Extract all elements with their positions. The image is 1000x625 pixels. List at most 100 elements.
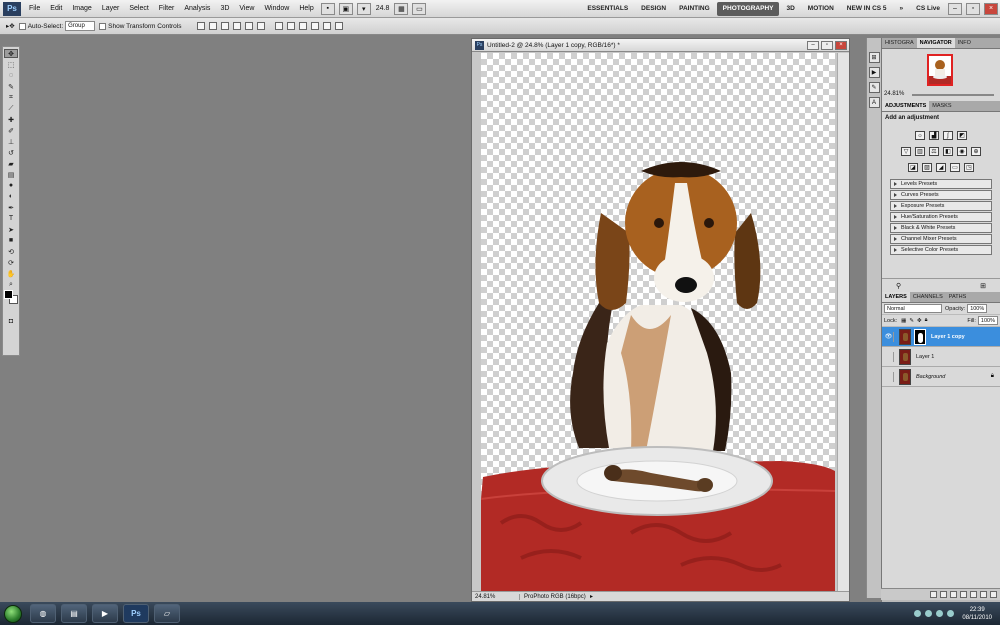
doc-close-icon[interactable]: × — [835, 40, 847, 50]
auto-select-dropdown[interactable]: Group — [65, 21, 96, 31]
arrange-documents-icon[interactable]: ▦ — [394, 2, 409, 15]
align-vcenter-icon[interactable] — [209, 22, 218, 30]
layer-row-background[interactable]: Background 🔒︎ — [882, 367, 1000, 387]
path-select-tool-icon[interactable]: ➤ — [4, 225, 18, 234]
healing-brush-tool-icon[interactable]: ✚ — [4, 115, 18, 124]
preset-selective-color[interactable]: Selective Color Presets — [890, 245, 992, 255]
document-title-bar[interactable]: Ps Untitled-2 @ 24.8% (Layer 1 copy, RGB… — [472, 39, 849, 52]
screen-mode-icon[interactable]: ▭ — [412, 2, 427, 15]
lock-image-icon[interactable]: ✎ — [909, 318, 914, 324]
clock[interactable]: 22:39 08/11/2010 — [962, 606, 992, 622]
levels-icon[interactable]: ▟ — [929, 131, 939, 140]
layer-name[interactable]: Background — [916, 374, 945, 380]
menu-window[interactable]: Window — [259, 0, 294, 18]
link-layers-icon[interactable] — [930, 591, 937, 598]
type-tool-icon[interactable]: T — [4, 214, 18, 223]
posterize-icon[interactable]: ▨ — [922, 163, 932, 172]
distribute-hcenter-icon[interactable] — [323, 22, 332, 30]
minimize-app-icon[interactable]: – — [948, 2, 962, 15]
align-bottom-icon[interactable] — [221, 22, 230, 30]
more-workspaces-icon[interactable]: » — [894, 2, 910, 16]
align-top-icon[interactable] — [197, 22, 206, 30]
tab-layers[interactable]: LAYERS — [882, 292, 910, 302]
tab-info[interactable]: INFO — [955, 38, 974, 48]
gradient-map-icon[interactable]: ▭ — [950, 163, 960, 172]
lasso-tool-icon[interactable]: ◌ — [4, 71, 18, 80]
move-tool-icon[interactable]: ▸✥ — [6, 22, 15, 30]
preset-channel-mixer[interactable]: Channel Mixer Presets — [890, 234, 992, 244]
workspace-new-in-cs5[interactable]: NEW IN CS 5 — [841, 2, 893, 16]
align-hcenter-icon[interactable] — [245, 22, 254, 30]
brush-tool-icon[interactable]: ✐ — [4, 126, 18, 135]
auto-select-checkbox[interactable] — [18, 22, 26, 30]
new-adjustment-icon[interactable] — [960, 591, 967, 598]
view-extras-icon[interactable]: ▾ — [356, 2, 371, 15]
eyedropper-tool-icon[interactable]: ⟋ — [4, 104, 18, 113]
clone-stamp-tool-icon[interactable]: ⊥ — [4, 137, 18, 146]
start-button[interactable] — [4, 604, 22, 623]
tab-histogram[interactable]: HISTOGRA — [882, 38, 917, 48]
menu-filter[interactable]: Filter — [154, 0, 180, 18]
fill-field[interactable]: 100% — [977, 316, 998, 325]
history-panel-icon[interactable]: ⊞ — [868, 52, 880, 63]
lock-all-icon[interactable]: 🔒︎ — [925, 317, 928, 324]
blur-tool-icon[interactable]: ● — [4, 181, 18, 190]
preset-levels[interactable]: Levels Presets — [890, 179, 992, 189]
move-tool-icon[interactable]: ✥ — [4, 49, 18, 58]
doc-restore-icon[interactable]: ▫ — [821, 40, 833, 50]
layer-name[interactable]: Layer 1 — [916, 354, 934, 360]
distribute-right-icon[interactable] — [335, 22, 344, 30]
app-taskbar-icon[interactable]: ▱ — [154, 604, 180, 623]
menu-3d[interactable]: 3D — [215, 0, 234, 18]
brightness-contrast-icon[interactable]: ☼ — [915, 131, 925, 140]
visibility-toggle[interactable] — [884, 371, 894, 382]
layer-mask-thumbnail[interactable] — [914, 328, 926, 345]
preset-black-white[interactable]: Black & White Presets — [890, 223, 992, 233]
preset-exposure[interactable]: Exposure Presets — [890, 201, 992, 211]
tab-channels[interactable]: CHANNELS — [910, 292, 946, 302]
clip-icon[interactable]: ⊞ — [980, 282, 986, 290]
photo-filter-icon[interactable]: ◉ — [957, 147, 967, 156]
workspace-essentials[interactable]: ESSENTIALS — [581, 2, 634, 16]
workspace-design[interactable]: DESIGN — [635, 2, 672, 16]
bridge-icon[interactable]: ▪ — [320, 2, 335, 15]
network-icon[interactable] — [936, 610, 944, 617]
visibility-eye-icon[interactable]: 👁︎ — [884, 331, 894, 342]
menu-select[interactable]: Select — [124, 0, 153, 18]
zoom-level[interactable]: 24.8 — [373, 5, 393, 12]
mini-bridge-icon[interactable]: ▣ — [338, 2, 353, 15]
menu-view[interactable]: View — [234, 0, 259, 18]
foreground-color-swatch[interactable] — [4, 290, 13, 299]
layer-style-icon[interactable] — [940, 591, 947, 598]
close-app-icon[interactable]: × — [984, 2, 998, 15]
shape-tool-icon[interactable]: ■ — [4, 236, 18, 245]
distribute-vcenter-icon[interactable] — [287, 22, 296, 30]
selective-color-icon[interactable]: ◳ — [964, 163, 974, 172]
pen-tool-icon[interactable]: ✒ — [4, 203, 18, 212]
lock-position-icon[interactable]: ✥ — [917, 318, 922, 324]
eraser-tool-icon[interactable]: ▰ — [4, 159, 18, 168]
tab-paths[interactable]: PATHS — [946, 292, 970, 302]
curves-icon[interactable]: ∫ — [943, 131, 953, 140]
workspace-motion[interactable]: MOTION — [802, 2, 840, 16]
channel-mixer-icon[interactable]: ⊕ — [971, 147, 981, 156]
adjustment-mode-icon[interactable]: ⚲ — [896, 282, 901, 290]
layer-name[interactable]: Layer 1 copy — [931, 334, 965, 340]
menu-file[interactable]: File — [24, 0, 45, 18]
actions-panel-icon[interactable]: ▶ — [868, 67, 880, 78]
distribute-top-icon[interactable] — [275, 22, 284, 30]
layer-row-layer1-copy[interactable]: 👁︎ Layer 1 copy — [882, 327, 1000, 347]
tab-masks[interactable]: MASKS — [929, 101, 954, 111]
menu-analysis[interactable]: Analysis — [179, 0, 215, 18]
volume-icon[interactable] — [947, 610, 955, 617]
navigator-zoom-slider[interactable] — [912, 94, 994, 96]
navigator-zoom-value[interactable]: 24.81% — [884, 91, 904, 97]
hue-saturation-icon[interactable]: ▥ — [915, 147, 925, 156]
visibility-toggle[interactable] — [884, 351, 894, 362]
preset-curves[interactable]: Curves Presets — [890, 190, 992, 200]
transform-controls-checkbox[interactable] — [99, 22, 107, 30]
menu-help[interactable]: Help — [294, 0, 318, 18]
quick-mask-icon[interactable]: ◘ — [4, 317, 18, 326]
status-menu-icon[interactable]: ▸ — [590, 593, 593, 600]
vertical-scrollbar[interactable] — [837, 53, 849, 591]
